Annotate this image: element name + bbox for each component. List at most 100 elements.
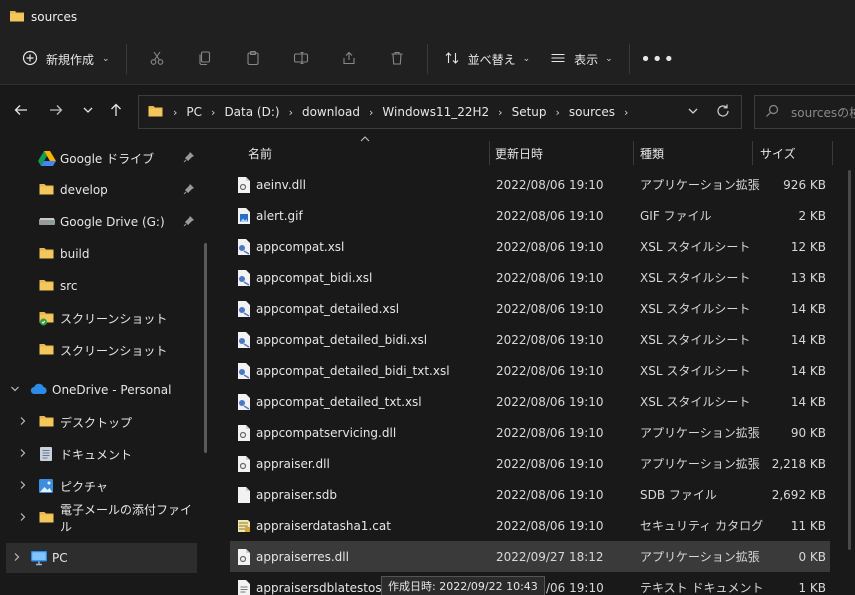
table-row[interactable]: appcompatservicing.dll 2022/08/06 19:10 … [230, 417, 830, 448]
sidebar-item-build[interactable]: build [0, 239, 200, 269]
column-divider[interactable] [832, 141, 833, 165]
tooltip: 作成日時: 2022/09/22 10:43 [381, 576, 545, 595]
breadcrumb-item-data-drive[interactable]: Data (D:) [224, 105, 279, 119]
file-name: alert.gif [256, 208, 303, 223]
file-date: 2022/08/06 19:10 [496, 177, 604, 192]
arrow-right-icon [48, 102, 64, 121]
cut-button[interactable] [133, 42, 181, 76]
table-row[interactable]: appcompat_detailed.xsl 2022/08/06 19:10 … [230, 293, 830, 324]
sidebar-item-onedrive[interactable]: OneDrive - Personal [0, 375, 200, 405]
table-row[interactable]: aeinv.dll 2022/08/06 19:10 アプリケーション拡張 92… [230, 169, 830, 200]
rename-button[interactable] [277, 42, 325, 76]
forward-button[interactable] [42, 97, 70, 125]
list-view-icon [550, 50, 566, 69]
folder-icon [38, 182, 56, 198]
paste-button[interactable] [229, 42, 277, 76]
breadcrumb-item-sources[interactable]: sources [569, 105, 615, 119]
copy-button[interactable] [181, 42, 229, 76]
toolbar-divider [125, 44, 127, 74]
address-bar[interactable]: › PC › Data (D:) › download › Windows11_… [138, 95, 742, 129]
more-options-button[interactable]: ••• [636, 49, 680, 70]
breadcrumb-item-setup[interactable]: Setup [512, 105, 547, 119]
sidebar-item-screenshots[interactable]: スクリーンショット [0, 335, 200, 365]
sidebar-item-label: develop [60, 183, 108, 197]
file-type: XSL スタイルシート [640, 395, 751, 409]
sidebar-item-email-attachments[interactable]: 電子メールの添付ファイル [0, 503, 200, 534]
table-row[interactable]: appcompat_detailed_bidi_txt.xsl 2022/08/… [230, 355, 830, 386]
chevron-right-icon[interactable] [18, 512, 28, 525]
xsl-file-icon [236, 393, 252, 411]
sidebar-scrollbar[interactable] [204, 243, 207, 453]
table-row[interactable]: appraiserdatasha1.cat 2022/08/06 19:10 セ… [230, 510, 830, 541]
share-button[interactable] [325, 42, 373, 76]
sidebar-item-google-drive-g[interactable]: Google Drive (G:) [0, 207, 200, 237]
column-header-size[interactable]: サイズ [760, 141, 796, 165]
folder-icon [38, 510, 56, 526]
file-date: 2022/08/06 19:10 [496, 425, 604, 440]
file-type: XSL スタイルシート [640, 302, 751, 316]
file-type: XSL スタイルシート [640, 271, 751, 285]
table-row[interactable]: appcompat_detailed_txt.xsl 2022/08/06 19… [230, 386, 830, 417]
table-row[interactable]: appcompat_detailed_bidi.xsl 2022/08/06 1… [230, 324, 830, 355]
table-row[interactable]: appcompat_bidi.xsl 2022/08/06 19:10 XSL … [230, 262, 830, 293]
file-type: アプリケーション拡張 [640, 550, 760, 564]
breadcrumb-item-pc[interactable]: PC [186, 105, 202, 119]
dll-file-icon [236, 424, 252, 442]
xsl-file-icon [236, 300, 252, 318]
blank-file-icon [236, 486, 252, 504]
breadcrumb-item-download[interactable]: download [302, 105, 360, 119]
search-box[interactable]: sourcesの検索 [754, 95, 855, 129]
table-row-selected[interactable]: appraiserres.dll 2022/09/27 18:12 アプリケーシ… [230, 541, 830, 572]
table-row[interactable]: appraiser.sdb 2022/08/06 19:10 SDB ファイル … [230, 479, 830, 510]
column-header-type[interactable]: 種類 [640, 141, 664, 165]
sidebar-item-label: OneDrive - Personal [52, 383, 172, 397]
sidebar-item-develop[interactable]: develop [0, 175, 200, 205]
address-history-button[interactable] [687, 105, 699, 120]
file-size: 2 KB [798, 208, 826, 223]
sidebar-item-label: Google Drive (G:) [60, 215, 165, 229]
navigation-pane: Google ドライブ develop Google Drive (G:) bu… [0, 135, 210, 595]
catalog-file-icon [236, 517, 252, 535]
google-drive-icon [38, 150, 56, 166]
table-row[interactable]: alert.gif 2022/08/06 19:10 GIF ファイル 2 KB [230, 200, 830, 231]
sidebar-item-documents[interactable]: ドキュメント [0, 439, 200, 469]
column-header-date[interactable]: 更新日時 [495, 141, 543, 165]
file-list-scrollbar[interactable] [848, 170, 851, 550]
file-type: XSL スタイルシート [640, 333, 751, 347]
file-size: 11 KB [790, 518, 826, 533]
refresh-button[interactable] [715, 103, 731, 122]
sort-button[interactable]: 並べ替え ⌄ [434, 42, 541, 76]
breadcrumb-item-windows11[interactable]: Windows11_22H2 [382, 105, 489, 119]
column-divider[interactable] [633, 141, 634, 165]
sidebar-item-google-drive[interactable]: Google ドライブ [0, 143, 200, 173]
table-row[interactable]: appraiser.dll 2022/08/06 19:10 アプリケーション拡… [230, 448, 830, 479]
sort-icon [444, 50, 460, 69]
window-title: sources [31, 10, 78, 24]
chevron-right-icon[interactable] [18, 416, 28, 429]
file-date: 2022/08/06 19:10 [496, 518, 604, 533]
sidebar-item-desktop[interactable]: デスクトップ [0, 407, 200, 437]
sidebar-item-screenshots-synced[interactable]: スクリーンショット [0, 303, 200, 333]
sidebar-item-pictures[interactable]: ピクチャ [0, 471, 200, 501]
delete-button[interactable] [373, 42, 421, 76]
chevron-right-icon[interactable] [12, 552, 22, 565]
file-size: 13 KB [790, 270, 826, 285]
chevron-right-icon[interactable] [18, 448, 28, 461]
file-size: 14 KB [790, 394, 826, 409]
up-button[interactable] [102, 97, 130, 125]
chevron-down-icon[interactable] [10, 384, 20, 397]
column-divider[interactable] [752, 141, 753, 165]
pin-icon [183, 183, 195, 198]
table-row[interactable]: appcompat.xsl 2022/08/06 19:10 XSL スタイルシ… [230, 231, 830, 262]
recent-locations-button[interactable] [74, 97, 102, 125]
chevron-right-icon[interactable] [18, 480, 28, 493]
column-header-name[interactable]: 名前 [248, 141, 272, 165]
file-date: 2022/08/06 19:10 [496, 363, 604, 378]
sidebar-item-pc[interactable]: PC [6, 543, 197, 573]
new-button[interactable]: 新規作成 ⌄ [12, 42, 120, 76]
column-divider[interactable] [489, 141, 490, 165]
sidebar-item-src[interactable]: src [0, 271, 200, 301]
view-button[interactable]: 表示 ⌄ [540, 42, 623, 76]
back-button[interactable] [7, 97, 35, 125]
file-name: appcompat_bidi.xsl [256, 270, 373, 285]
